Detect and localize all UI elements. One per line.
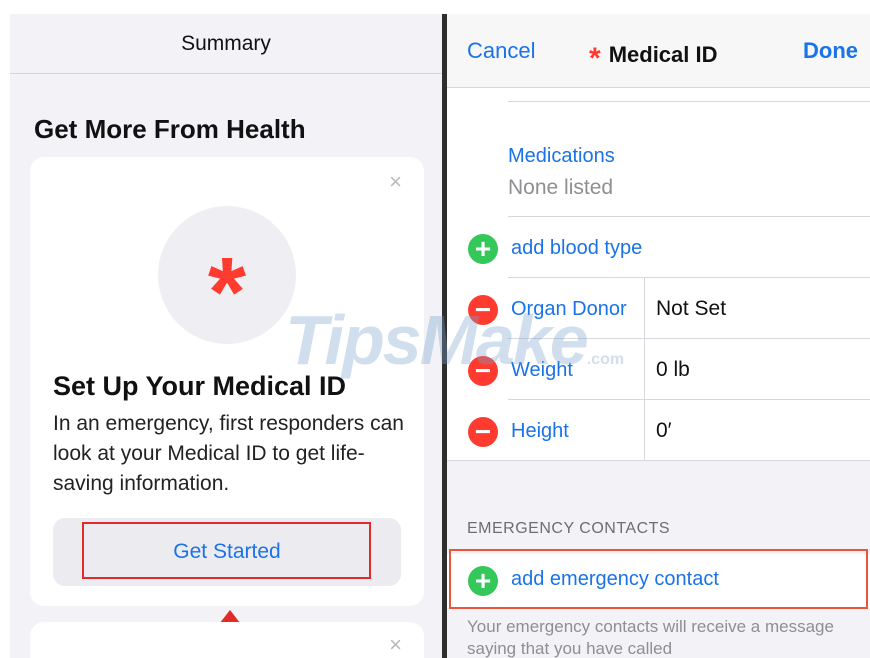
medications-label[interactable]: Medications xyxy=(508,145,615,168)
card-description: In an emergency, first responders can lo… xyxy=(53,412,404,495)
nav-title: * Medical ID xyxy=(589,36,718,74)
medications-value: None listed xyxy=(508,176,614,199)
summary-title: Summary xyxy=(181,31,271,55)
remove-icon[interactable]: − xyxy=(468,417,498,447)
done-button[interactable]: Done xyxy=(803,38,858,64)
section-separator xyxy=(447,460,870,461)
next-card: × xyxy=(30,622,424,658)
watermark-suffix: .com xyxy=(586,351,625,368)
add-icon[interactable]: + xyxy=(468,234,498,264)
row-separator xyxy=(508,216,870,217)
medical-asterisk-glyph: * xyxy=(207,237,247,347)
highlight-box-get-started xyxy=(82,522,371,579)
highlight-box-emergency-contact xyxy=(449,549,868,609)
nav-title-text: Medical ID xyxy=(608,42,718,67)
organ-donor-value[interactable]: Not Set xyxy=(656,297,726,321)
emergency-contacts-note: Your emergency contacts will receive a m… xyxy=(467,617,834,658)
asterisk-icon: * xyxy=(158,206,296,344)
emergency-contacts-header: EMERGENCY CONTACTS xyxy=(467,520,671,537)
watermark-text: TipsMake xyxy=(285,301,589,379)
column-divider xyxy=(644,277,645,460)
weight-value[interactable]: 0 lb xyxy=(656,358,690,382)
section-title: Get More From Health xyxy=(34,114,306,144)
watermark-logo: TipsMake.com xyxy=(285,300,624,380)
add-blood-type-link[interactable]: add blood type xyxy=(511,237,642,260)
row-separator xyxy=(508,399,870,400)
nav-bar: Cancel * Medical ID Done xyxy=(447,14,870,88)
height-value[interactable]: 0′ xyxy=(656,419,672,443)
close-icon[interactable]: × xyxy=(389,169,402,195)
summary-header: Summary xyxy=(10,14,442,74)
row-separator xyxy=(508,101,870,102)
row-separator xyxy=(508,277,870,278)
medical-form xyxy=(447,88,870,460)
asterisk-icon: * xyxy=(589,42,601,75)
close-icon[interactable]: × xyxy=(389,632,402,658)
cancel-button[interactable]: Cancel xyxy=(467,38,535,64)
height-label: Height xyxy=(511,420,569,442)
